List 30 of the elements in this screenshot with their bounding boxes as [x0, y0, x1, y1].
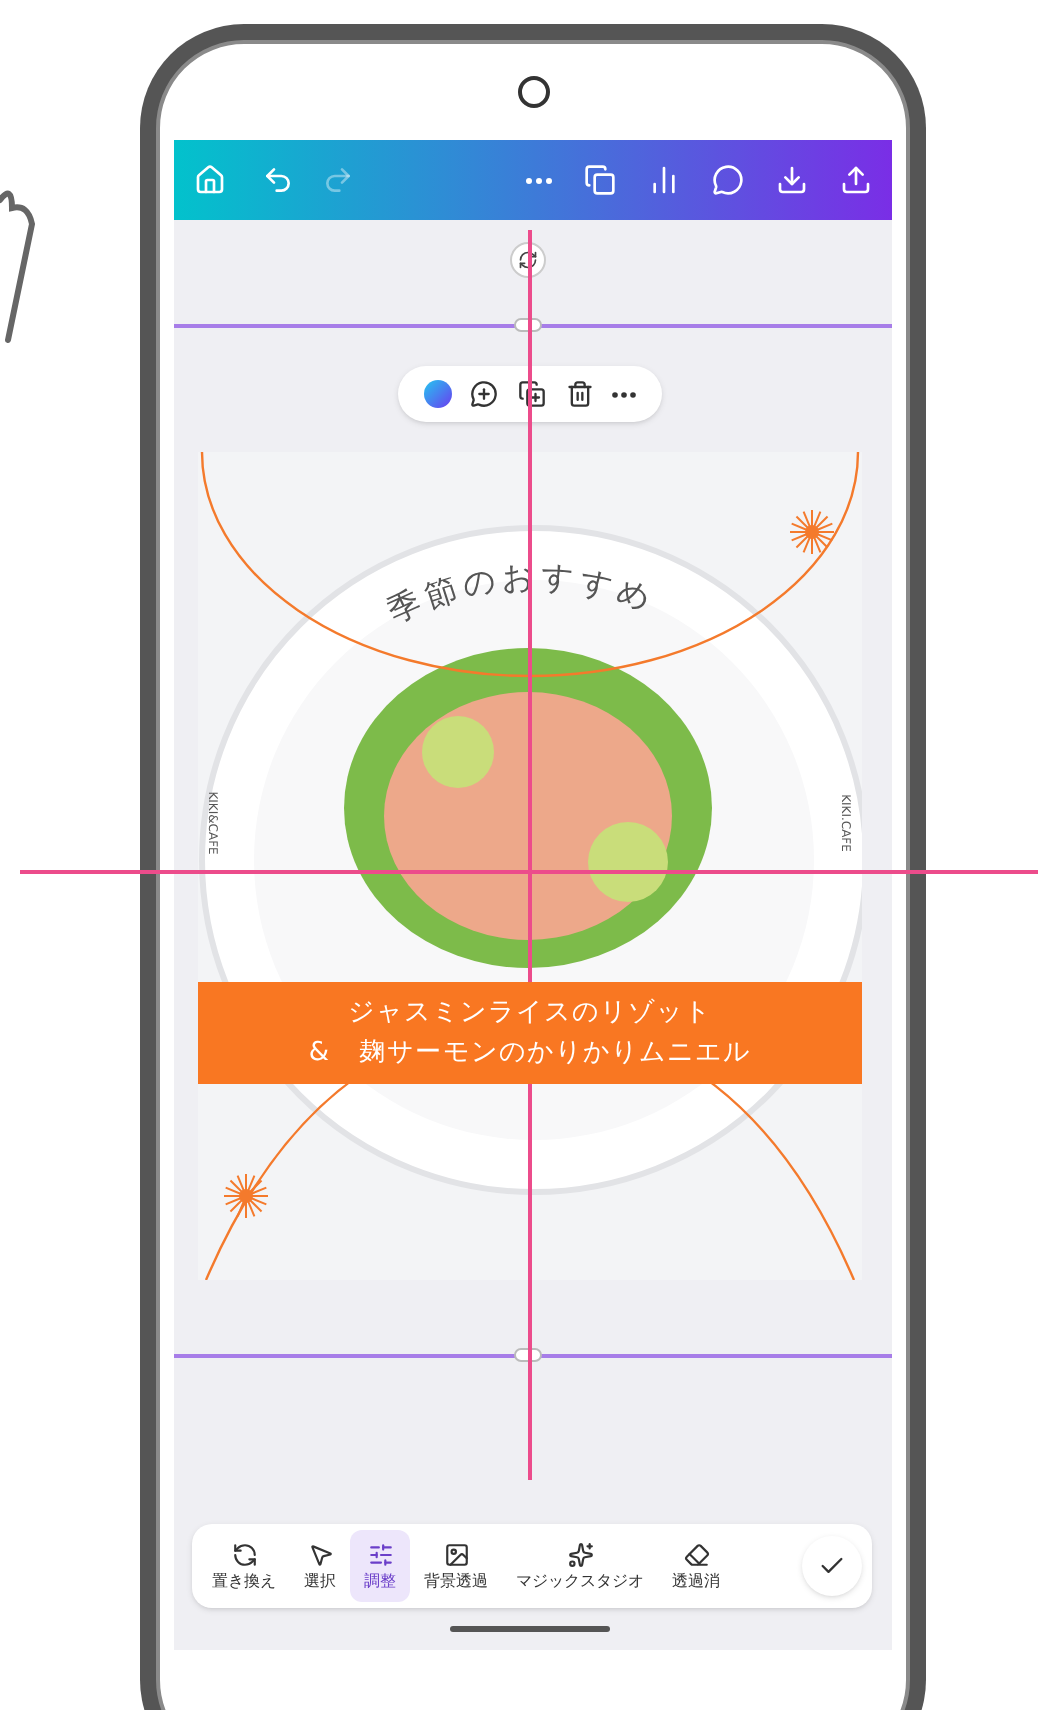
camera-icon [517, 76, 549, 108]
banner-text: ジャスミンライスのリゾット [348, 995, 712, 1031]
delete-button[interactable] [565, 380, 594, 408]
refresh-arrows-icon [231, 1541, 257, 1567]
more-icon [526, 177, 552, 183]
tool-button[interactable]: 調整 [350, 1530, 410, 1602]
comment-button[interactable] [712, 164, 744, 196]
image-icon [443, 1541, 469, 1567]
eraser-icon [683, 1541, 709, 1567]
pointer-icon [307, 1541, 333, 1567]
banner-text: & 麹サーモンのかりかりムニエル [308, 1035, 752, 1071]
sparkles-icon [567, 1541, 593, 1567]
tool-button[interactable]: 透過消 [658, 1530, 734, 1602]
undo-button[interactable] [262, 164, 294, 196]
pages-button[interactable] [584, 164, 616, 196]
tool-button[interactable]: 背景透過 [410, 1530, 502, 1602]
add-comment-button[interactable] [470, 380, 499, 408]
ai-logo-icon[interactable] [423, 380, 452, 408]
duplicate-button[interactable] [517, 380, 546, 408]
more-icon [612, 391, 637, 397]
sunburst-icon [789, 509, 835, 555]
more-button[interactable] [612, 391, 637, 397]
share-button[interactable] [840, 164, 872, 196]
tool-button[interactable]: 選択 [290, 1530, 350, 1602]
sunburst-icon [223, 1173, 269, 1219]
sliders-icon [367, 1541, 393, 1567]
chart-button[interactable] [648, 164, 680, 196]
download-button[interactable] [776, 164, 808, 196]
tool-button[interactable]: マジックスタジオ [502, 1530, 658, 1602]
tool-button[interactable]: 置き換え [198, 1530, 290, 1602]
